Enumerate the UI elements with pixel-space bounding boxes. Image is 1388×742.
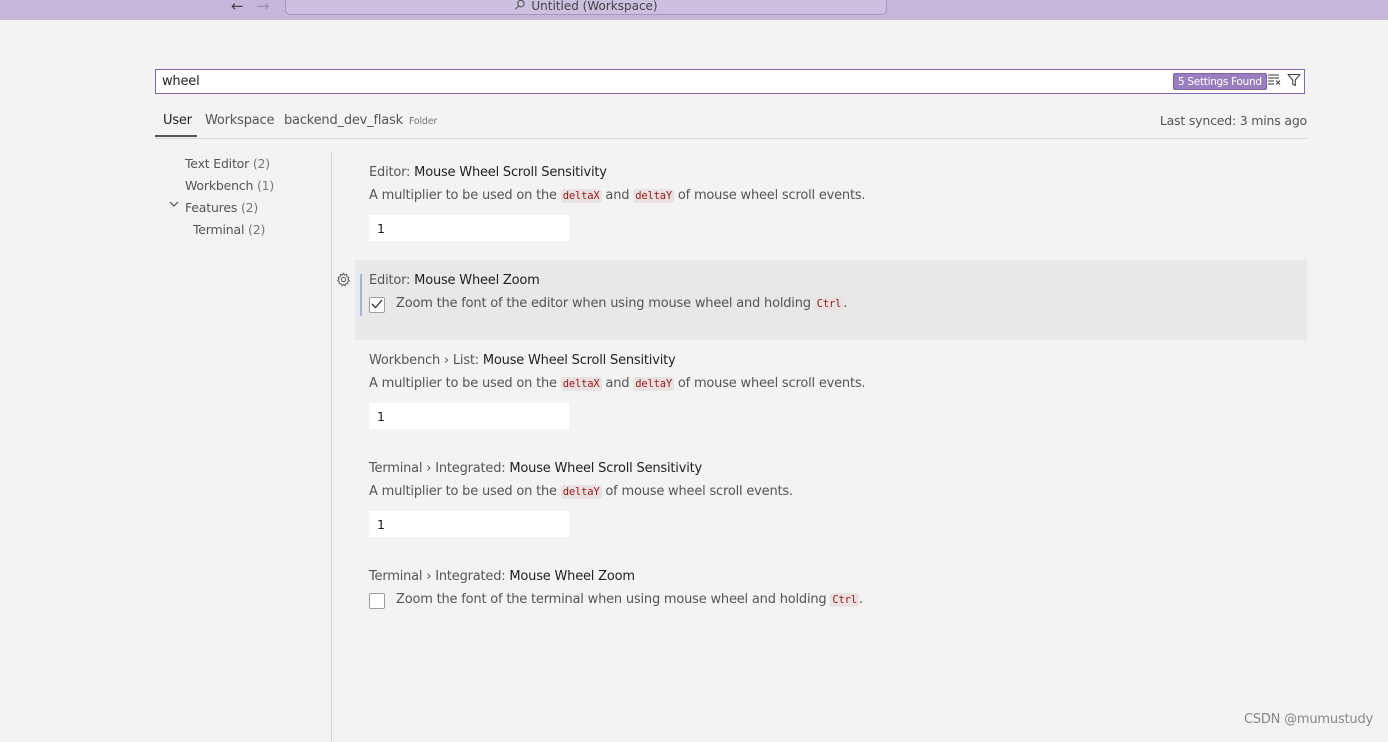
desc-text: and — [601, 188, 634, 203]
setting-terminal-mouse-wheel-scroll-sensitivity: Terminal › Integrated: Mouse Wheel Scrol… — [355, 448, 1307, 548]
toc-item-features[interactable]: Features (2) — [185, 200, 258, 215]
setting-title: Workbench › List: Mouse Wheel Scroll Sen… — [369, 353, 676, 368]
setting-category: Terminal › Integrated: — [369, 461, 510, 476]
desc-text: and — [601, 376, 634, 391]
terminal-scroll-sensitivity-input[interactable] — [369, 511, 569, 537]
inline-code: deltaX — [560, 377, 602, 391]
clear-filter-icon[interactable] — [1265, 73, 1283, 91]
mouse-wheel-zoom-checkbox[interactable] — [369, 297, 385, 313]
toc-item-terminal[interactable]: Terminal (2) — [193, 222, 265, 237]
chevron-down-icon[interactable] — [169, 201, 179, 211]
setting-description: A multiplier to be used on the deltaX an… — [369, 188, 866, 203]
focus-indicator — [360, 274, 362, 316]
toc-item-workbench[interactable]: Workbench (1) — [185, 178, 274, 193]
setting-title: Editor: Mouse Wheel Scroll Sensitivity — [369, 165, 607, 180]
toc-count: (2) — [240, 200, 259, 215]
setting-name: Mouse Wheel Zoom — [414, 273, 540, 288]
setting-category: Editor: — [369, 273, 415, 288]
setting-name: Mouse Wheel Scroll Sensitivity — [509, 461, 702, 476]
setting-title: Terminal › Integrated: Mouse Wheel Zoom — [369, 569, 635, 584]
toc-count: (2) — [252, 156, 270, 171]
title-bar: ← → Untitled (Workspace) — [0, 0, 1388, 20]
inline-code: Ctrl — [830, 593, 859, 607]
setting-editor-mouse-wheel-scroll-sensitivity: Editor: Mouse Wheel Scroll Sensitivity A… — [355, 152, 1307, 252]
desc-text: of mouse wheel scroll events. — [673, 188, 866, 203]
setting-category: Terminal › Integrated: — [369, 569, 510, 584]
label-text: . — [843, 296, 848, 311]
checkbox-label[interactable]: Zoom the font of the editor when using m… — [396, 296, 847, 311]
desc-text: A multiplier to be used on the — [369, 376, 561, 391]
setting-title: Terminal › Integrated: Mouse Wheel Scrol… — [369, 461, 702, 476]
checkmark-icon — [371, 299, 383, 309]
tab-workspace[interactable]: Workspace — [205, 113, 274, 128]
settings-search-box: 5 Settings Found — [155, 69, 1305, 94]
label-text: Zoom the font of the editor when using m… — [396, 296, 815, 311]
checkbox-label[interactable]: Zoom the font of the terminal when using… — [396, 592, 863, 607]
desc-text: of mouse wheel scroll events. — [601, 484, 793, 499]
setting-description: A multiplier to be used on the deltaX an… — [369, 376, 866, 391]
list-scroll-sensitivity-input[interactable] — [369, 403, 569, 429]
folder-badge: Folder — [408, 116, 438, 127]
inline-code: deltaY — [560, 485, 602, 499]
setting-name: Mouse Wheel Scroll Sensitivity — [482, 353, 676, 368]
inline-code: Ctrl — [814, 297, 844, 311]
last-synced-status: Last synced: 3 mins ago — [1159, 113, 1307, 128]
tab-folder[interactable]: backend_dev_flask Folder — [284, 113, 437, 128]
toc-divider[interactable] — [331, 152, 332, 742]
toc-label: Text Editor — [185, 156, 250, 171]
label-text: . — [858, 592, 863, 607]
settings-scope-tabs: User Workspace backend_dev_flask Folder L… — [155, 110, 1307, 139]
label-text: Zoom the font of the terminal when using… — [396, 592, 831, 607]
gear-icon[interactable] — [336, 272, 351, 291]
back-arrow-icon[interactable]: ← — [231, 0, 244, 15]
search-icon — [514, 0, 526, 12]
active-tab-indicator — [155, 135, 197, 137]
setting-category: Workbench › List: — [369, 353, 483, 368]
toc-label: Terminal — [193, 222, 245, 237]
desc-text: of mouse wheel scroll events. — [673, 376, 866, 391]
desc-text: A multiplier to be used on the — [369, 484, 561, 499]
toc-label: Features — [185, 200, 238, 215]
inline-code: deltaX — [560, 189, 602, 203]
forward-arrow-icon[interactable]: → — [257, 0, 270, 15]
toc-count: (1) — [256, 178, 275, 193]
toc-count: (2) — [248, 222, 266, 237]
setting-description: A multiplier to be used on the deltaY of… — [369, 484, 793, 499]
setting-terminal-mouse-wheel-zoom: Terminal › Integrated: Mouse Wheel Zoom … — [355, 556, 1307, 626]
setting-title: Editor: Mouse Wheel Zoom — [369, 273, 540, 288]
toc-label: Workbench — [185, 178, 254, 193]
terminal-mouse-wheel-zoom-checkbox[interactable] — [369, 593, 385, 609]
toc-item-text-editor[interactable]: Text Editor (2) — [185, 156, 270, 171]
settings-search-input[interactable] — [156, 70, 1156, 93]
setting-editor-mouse-wheel-zoom: Editor: Mouse Wheel Zoom Zoom the font o… — [355, 260, 1307, 340]
tab-user[interactable]: User — [163, 113, 192, 128]
filter-icon[interactable] — [1285, 73, 1303, 91]
settings-found-badge: 5 Settings Found — [1173, 73, 1267, 90]
setting-workbench-list-mouse-wheel-scroll-sensitivity: Workbench › List: Mouse Wheel Scroll Sen… — [355, 340, 1307, 440]
setting-name: Mouse Wheel Scroll Sensitivity — [414, 165, 607, 180]
setting-category: Editor: — [369, 165, 415, 180]
scroll-sensitivity-input[interactable] — [369, 215, 569, 241]
inline-code: deltaY — [633, 377, 674, 391]
tab-folder-label: backend_dev_flask — [284, 113, 403, 128]
desc-text: A multiplier to be used on the — [369, 188, 561, 203]
watermark: CSDN @mumustudy — [1243, 712, 1373, 727]
inline-code: deltaY — [633, 189, 674, 203]
setting-name: Mouse Wheel Zoom — [509, 569, 635, 584]
command-center[interactable]: Untitled (Workspace) — [285, 0, 887, 15]
command-center-title: Untitled (Workspace) — [531, 0, 658, 13]
